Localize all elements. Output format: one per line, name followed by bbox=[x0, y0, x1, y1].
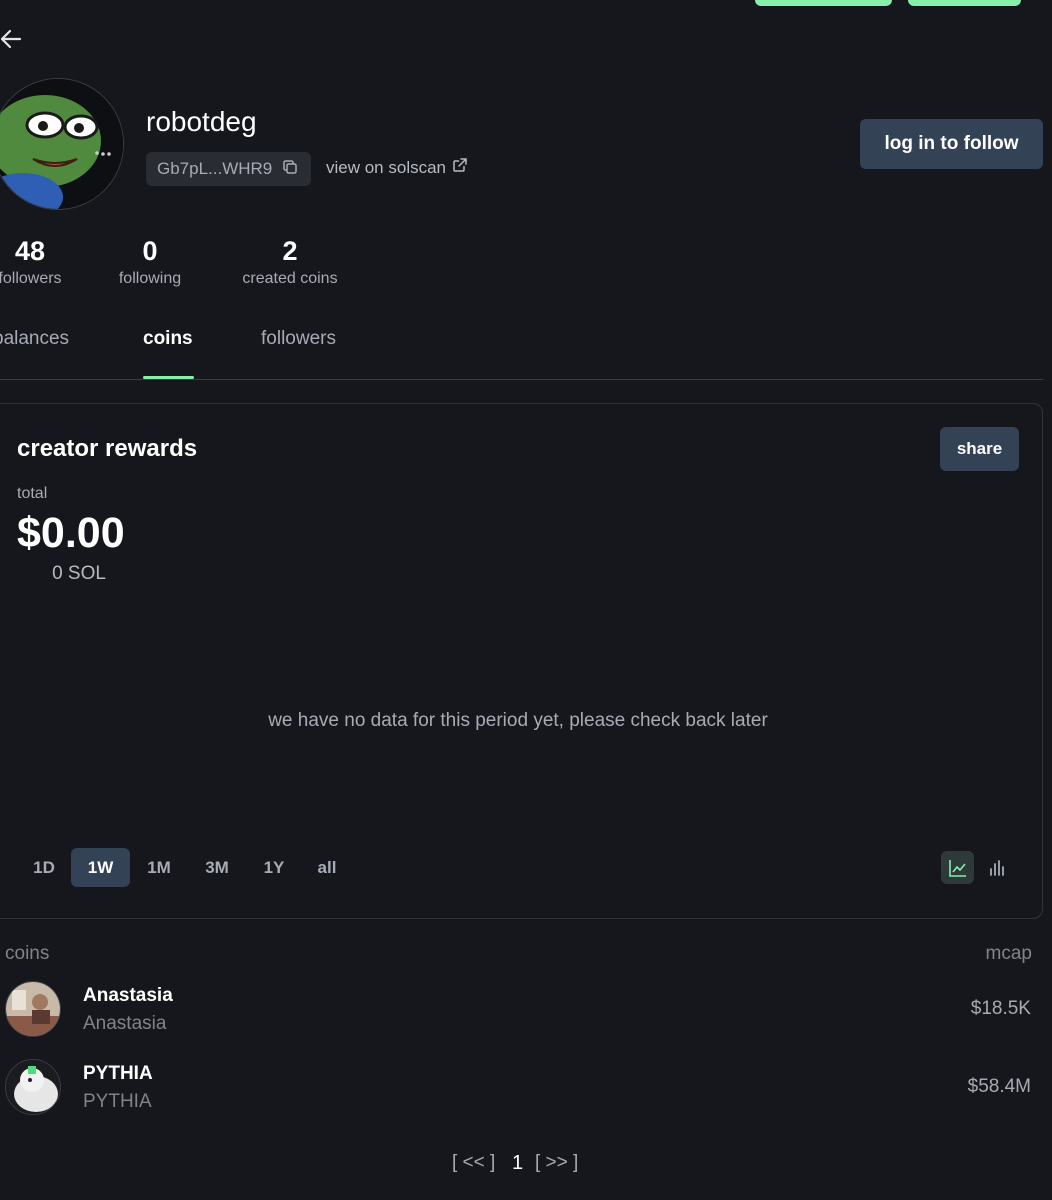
stat-value: 2 bbox=[282, 236, 298, 266]
period-all[interactable]: all bbox=[308, 848, 346, 887]
tab-coins[interactable]: coins bbox=[143, 328, 193, 350]
coin-name: PYTHIA bbox=[83, 1063, 153, 1084]
coin-symbol: PYTHIA bbox=[83, 1091, 152, 1112]
coin-mcap: $18.5K bbox=[970, 998, 1031, 1019]
external-link-icon bbox=[452, 157, 468, 178]
coin-image bbox=[5, 1059, 61, 1115]
stat-value: 0 bbox=[142, 236, 158, 266]
copy-icon bbox=[282, 159, 298, 180]
login-to-follow-button[interactable]: log in to follow bbox=[860, 119, 1043, 169]
stat-label: followers bbox=[0, 270, 62, 287]
pagination-next[interactable]: [ >> ] bbox=[535, 1152, 578, 1174]
top-action-button-1[interactable] bbox=[755, 0, 892, 6]
period-1y[interactable]: 1Y bbox=[254, 848, 294, 887]
pagination-prev[interactable]: [ << ] bbox=[452, 1152, 495, 1174]
share-button[interactable]: share bbox=[940, 427, 1019, 471]
stat-label: following bbox=[118, 270, 182, 287]
coin-name: Anastasia bbox=[83, 985, 173, 1006]
top-action-button-2[interactable] bbox=[908, 0, 1021, 6]
profile-avatar bbox=[0, 78, 124, 210]
bar-chart-icon[interactable] bbox=[980, 851, 1013, 884]
period-1m[interactable]: 1M bbox=[137, 848, 181, 887]
total-label: total bbox=[17, 485, 48, 502]
coin-image bbox=[5, 981, 61, 1037]
tab-balances[interactable]: balances bbox=[0, 328, 69, 350]
coins-column-header: coins bbox=[5, 943, 50, 964]
period-3m[interactable]: 3M bbox=[195, 848, 239, 887]
total-usd: $0.00 bbox=[17, 509, 125, 557]
creator-rewards-card bbox=[0, 403, 1043, 919]
coin-symbol: Anastasia bbox=[83, 1013, 167, 1034]
stat-label: created coins bbox=[242, 270, 338, 287]
back-arrow-icon[interactable] bbox=[0, 26, 24, 52]
stat-value: 48 bbox=[14, 236, 46, 266]
address-copy-button[interactable]: Gb7pL...WHR9 bbox=[146, 152, 311, 186]
solscan-link[interactable]: view on solscan bbox=[326, 157, 468, 178]
period-1d[interactable]: 1D bbox=[24, 848, 64, 887]
pagination-current-page: 1 bbox=[512, 1152, 524, 1174]
card-title: creator rewards bbox=[17, 435, 198, 462]
mcap-column-header: mcap bbox=[985, 943, 1032, 964]
line-chart-icon[interactable] bbox=[941, 851, 974, 884]
total-sol: 0 SOL bbox=[52, 563, 106, 584]
profile-username: robotdeg bbox=[146, 106, 257, 137]
empty-chart-message: we have no data for this period yet, ple… bbox=[268, 710, 768, 731]
stat-followers[interactable]: 48 followers bbox=[0, 235, 100, 288]
stat-following[interactable]: 0 following bbox=[105, 235, 195, 288]
period-1w[interactable]: 1W bbox=[71, 848, 130, 887]
solscan-label: view on solscan bbox=[326, 157, 447, 177]
coin-mcap: $58.4M bbox=[967, 1076, 1031, 1097]
stat-created-coins[interactable]: 2 created coins bbox=[226, 235, 354, 288]
coin-row[interactable]: Anastasia Anastasia $18.5K bbox=[0, 974, 1040, 1044]
coin-row[interactable]: PYTHIA PYTHIA $58.4M bbox=[0, 1052, 1040, 1122]
wallet-address: Gb7pL...WHR9 bbox=[157, 159, 273, 178]
tabs-divider bbox=[0, 379, 1043, 380]
tab-followers[interactable]: followers bbox=[261, 328, 336, 350]
